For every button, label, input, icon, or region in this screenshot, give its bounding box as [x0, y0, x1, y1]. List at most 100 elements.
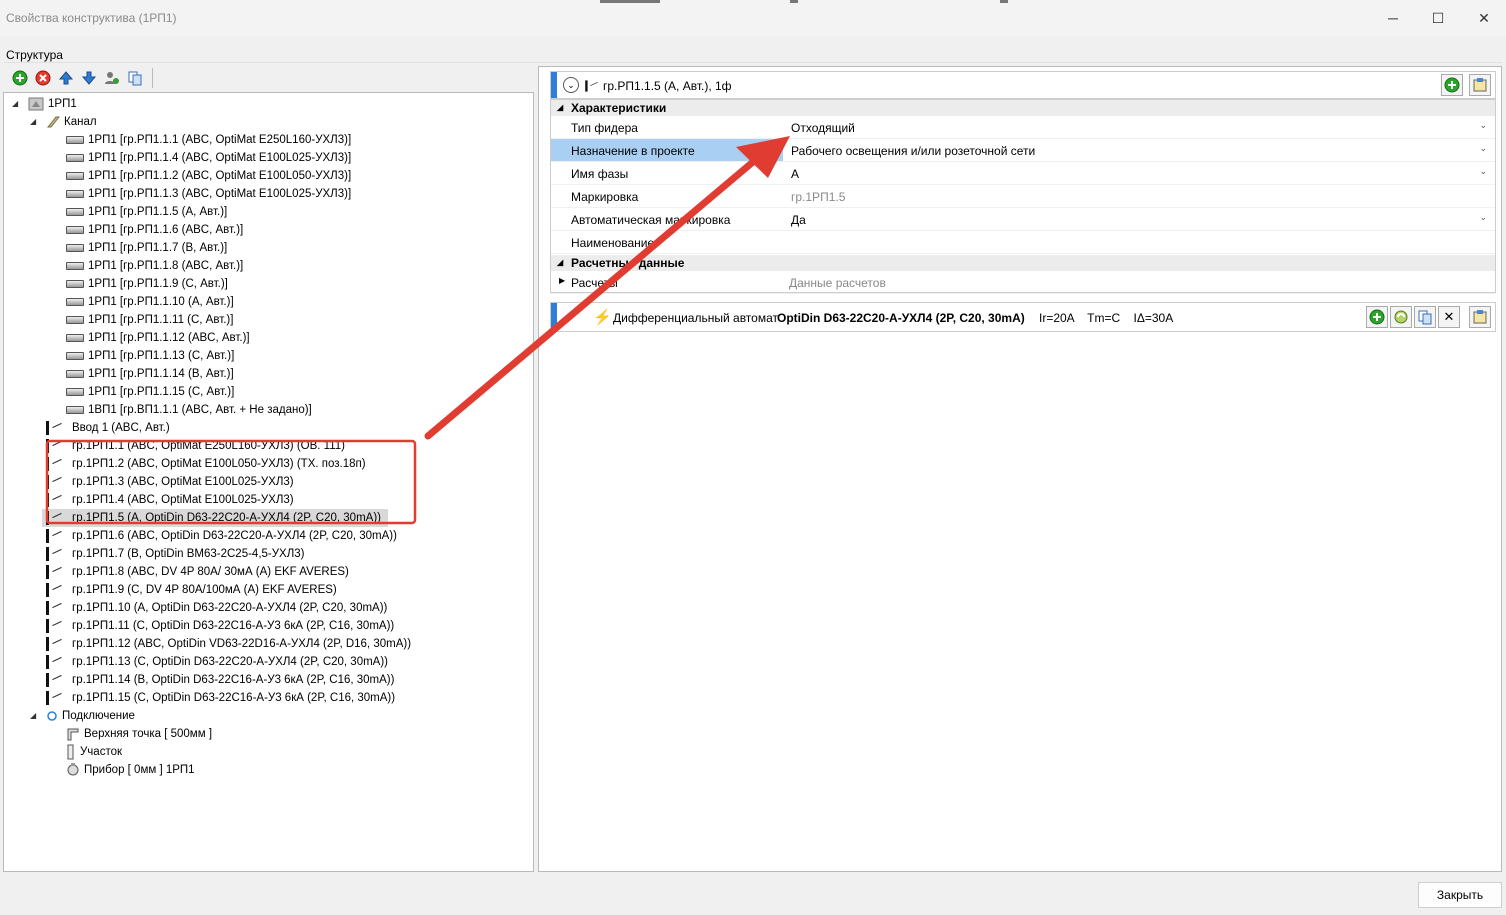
tree-item[interactable]: гр.1РП1.13 (C, OptiDin D63-22C20-A-УХЛ4 … [46, 653, 388, 671]
tree-item[interactable]: 1РП1 [гр.РП1.1.9 (C, Авт.)] [66, 275, 228, 293]
tree-item-label: 1РП1 [гр.РП1.1.6 (ABC, Авт.)] [88, 224, 244, 236]
tree-item-label: гр.1РП1.3 (ABC, OptiMat E100L025-УХЛ3) [72, 476, 294, 488]
copy-icon[interactable] [1414, 306, 1436, 328]
tree-item[interactable]: ◢ Подключение [30, 707, 135, 725]
tree-item-label: гр.1РП1.13 (C, OptiDin D63-22C20-A-УХЛ4 … [72, 656, 389, 668]
fuse-icon [66, 208, 84, 216]
category-label: Характеристики [571, 101, 667, 115]
prop-value[interactable]: Рабочего освещения и/или розеточной сети [791, 144, 1035, 158]
tree-item[interactable]: гр.1РП1.12 (ABC, OptiDin VD63-22D16-A-УХ… [46, 635, 411, 653]
top-point-icon [66, 727, 80, 741]
chevron-down-icon[interactable]: ⌄ [1479, 143, 1487, 154]
tree-item[interactable]: ◢ 1РП1 [12, 95, 77, 113]
prop-key: Назначение в проекте [571, 144, 695, 158]
fuse-icon [66, 244, 84, 252]
device-prefix: Дифференциальный автомат [613, 311, 778, 325]
tree-item-label: Верхняя точка [ 500мм ] [84, 728, 213, 740]
prop-phase-name[interactable]: Имя фазы A ⌄ [551, 162, 1495, 185]
structure-tree[interactable]: ◢ 1РП1 ◢ Канал 1РП1 [гр.РП1.1.1 (ABC, OptiMa… [3, 92, 534, 872]
prop-calculations[interactable]: ▶ Расчеты Данные расчетов [551, 271, 1495, 294]
collapse-icon[interactable]: ⌄ [563, 77, 579, 93]
maximize-button[interactable]: ☐ [1418, 6, 1458, 30]
tree-item[interactable]: гр.1РП1.4 (ABC, OptiMat E100L025-УХЛ3) [46, 491, 294, 509]
properties-icon[interactable] [1469, 306, 1491, 328]
collapse-triangle-icon[interactable]: ◢ [30, 113, 40, 131]
tree-item[interactable]: Участок [66, 743, 122, 761]
add-icon[interactable] [10, 68, 30, 88]
tree-item[interactable]: гр.1РП1.6 (ABC, OptiDin D63-22C20-A-УХЛ4… [46, 527, 397, 545]
breaker-icon [46, 493, 68, 507]
close-button[interactable]: Закрыть [1418, 882, 1502, 908]
chevron-down-icon[interactable]: ⌄ [1479, 166, 1487, 177]
tree-item[interactable]: 1РП1 [гр.РП1.1.1 (ABC, OptiMat E250L160-… [66, 131, 351, 149]
chevron-down-icon[interactable]: ⌄ [1479, 120, 1487, 131]
tree-item[interactable]: гр.1РП1.1 (ABC, OptiMat E250L160-УХЛ3) (… [46, 437, 345, 455]
tree-item[interactable]: 1РП1 [гр.РП1.1.2 (ABC, OptiMat E100L050-… [66, 167, 351, 185]
tree-item[interactable]: гр.1РП1.7 (B, OptiDin BM63-2C25-4,5-УХЛ3… [46, 545, 305, 563]
tree-item-label: 1РП1 [гр.РП1.1.7 (B, Авт.)] [88, 242, 228, 254]
category-characteristics[interactable]: ◢ Характеристики [551, 100, 1495, 116]
collapse-triangle-icon[interactable]: ◢ [12, 95, 22, 113]
move-up-icon[interactable] [56, 68, 76, 88]
close-window-button[interactable]: ✕ [1464, 6, 1504, 30]
tree-item[interactable]: 1РП1 [гр.РП1.1.11 (C, Авт.)] [66, 311, 233, 329]
prop-value[interactable]: Отходящий [791, 121, 855, 135]
tree-item[interactable]: 1РП1 [гр.РП1.1.6 (ABC, Авт.)] [66, 221, 243, 239]
prop-value[interactable]: A [791, 167, 799, 181]
minimize-button[interactable]: ─ [1373, 6, 1413, 30]
tree-item[interactable]: 1РП1 [гр.РП1.1.8 (ABC, Авт.)] [66, 257, 243, 275]
tree-item[interactable]: гр.1РП1.9 (C, DV 4P 80A/100мА (A) EKF AV… [46, 581, 337, 599]
tree-item[interactable]: гр.1РП1.14 (B, OptiDin D63-22C16-A-У3 6к… [46, 671, 394, 689]
copy-icon[interactable] [125, 68, 145, 88]
tree-item[interactable]: гр.1РП1.10 (A, OptiDin D63-22C20-A-УХЛ4 … [46, 599, 387, 617]
collapse-triangle-icon[interactable]: ◢ [557, 255, 563, 271]
prop-auto-marking[interactable]: Автоматическая маркировка Да ⌄ [551, 208, 1495, 231]
properties-icon[interactable] [1469, 74, 1491, 96]
tree-item-label: 1РП1 [гр.РП1.1.15 (C, Авт.)] [88, 386, 235, 398]
tree-item[interactable]: Прибор [ 0мм ] 1РП1 [66, 761, 195, 779]
prop-key: Расчеты [571, 276, 618, 290]
tree-item[interactable]: 1РП1 [гр.РП1.1.12 (ABC, Авт.)] [66, 329, 250, 347]
tree-item-label: 1РП1 [гр.РП1.1.11 (C, Авт.)] [88, 314, 234, 326]
tree-item-label: 1РП1 [48, 98, 77, 110]
tree-item[interactable]: 1РП1 [гр.РП1.1.14 (B, Авт.)] [66, 365, 234, 383]
add-icon[interactable] [1441, 74, 1463, 96]
collapse-triangle-icon[interactable]: ◢ [30, 707, 40, 725]
user-settings-icon[interactable] [102, 68, 122, 88]
move-down-icon[interactable] [79, 68, 99, 88]
remove-icon[interactable]: ✕ [1438, 306, 1460, 328]
fuse-icon [66, 136, 84, 144]
collapse-triangle-icon[interactable]: ◢ [557, 100, 563, 116]
add-icon[interactable] [1366, 306, 1388, 328]
fuse-icon [66, 172, 84, 180]
category-calc-data[interactable]: ◢ Расчетные данные [551, 255, 1495, 271]
tree-item[interactable]: 1РП1 [гр.РП1.1.15 (C, Авт.)] [66, 383, 234, 401]
expand-triangle-icon[interactable]: ▶ [559, 276, 565, 285]
tree-item[interactable]: 1РП1 [гр.РП1.1.10 (A, Авт.)] [66, 293, 234, 311]
tree-item[interactable]: гр.1РП1.8 (ABC, DV 4P 80A/ 30мА (A) EKF … [46, 563, 349, 581]
top-edge-mark [790, 0, 798, 3]
tree-item[interactable]: гр.1РП1.15 (C, OptiDin D63-22C16-A-У3 6к… [46, 689, 395, 707]
prop-marking[interactable]: Маркировка гр.1РП1.5 [551, 185, 1495, 208]
tree-item[interactable]: гр.1РП1.3 (ABC, OptiMat E100L025-УХЛ3) [46, 473, 294, 491]
prop-name[interactable]: Наименование [551, 231, 1495, 254]
delete-icon[interactable] [33, 68, 53, 88]
tree-item[interactable]: 1РП1 [гр.РП1.1.4 (ABC, OptiMat E100L025-… [66, 149, 351, 167]
prop-purpose[interactable]: Назначение в проекте Рабочего освещения … [551, 139, 1495, 162]
tree-item[interactable]: 1РП1 [гр.РП1.1.3 (ABC, OptiMat E100L025-… [66, 185, 351, 203]
tree-item[interactable]: ◢ Канал [30, 113, 97, 131]
chevron-down-icon[interactable]: ⌄ [1479, 212, 1487, 223]
tree-item[interactable]: гр.1РП1.11 (C, OptiDin D63-22C16-A-У3 6к… [46, 617, 394, 635]
tree-item[interactable]: Ввод 1 (ABC, Авт.) [46, 419, 170, 437]
prop-feeder-type[interactable]: Тип фидера Отходящий ⌄ [551, 116, 1495, 139]
tree-item[interactable]: гр.1РП1.2 (ABC, OptiMat E100L050-УХЛ3) (… [46, 455, 366, 473]
tree-item-selected[interactable]: гр.1РП1.5 (A, OptiDin D63-22C20-A-УХЛ4 (… [42, 509, 388, 527]
tree-item[interactable]: Верхняя точка [ 500мм ] [66, 725, 212, 743]
tree-item[interactable]: 1РП1 [гр.РП1.1.5 (A, Авт.)] [66, 203, 227, 221]
prop-value[interactable]: Да [791, 213, 806, 227]
tree-item[interactable]: 1РП1 [гр.РП1.1.13 (C, Авт.)] [66, 347, 234, 365]
device-params: Ir=20A Tm=C IΔ=30A [1039, 311, 1174, 325]
tree-item[interactable]: 1ВП1 [гр.ВП1.1.1 (ABC, Авт. + Не задано)… [66, 401, 312, 419]
replace-icon[interactable] [1390, 306, 1412, 328]
tree-item[interactable]: 1РП1 [гр.РП1.1.7 (B, Авт.)] [66, 239, 227, 257]
